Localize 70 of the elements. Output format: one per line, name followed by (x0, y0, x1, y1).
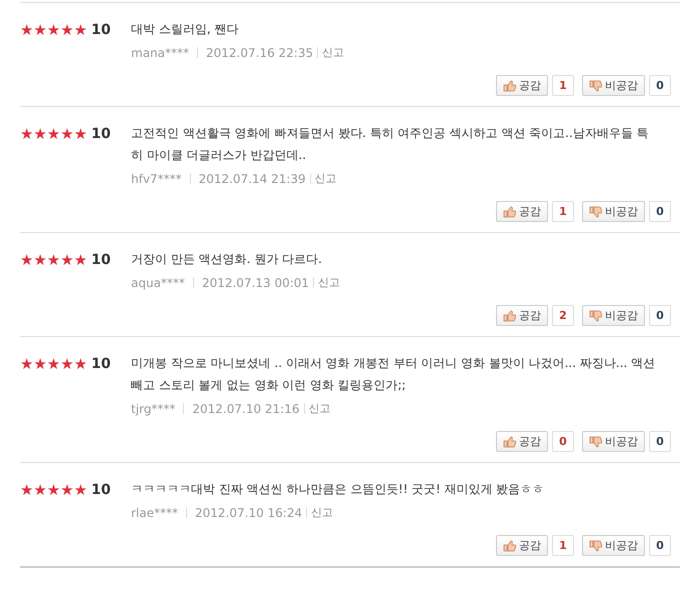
disagree-button[interactable]: 비공감 (582, 535, 645, 556)
agree-button[interactable]: 공감 (496, 75, 548, 96)
agree-count: 1 (552, 75, 574, 96)
review-text: ㅋㅋㅋㅋㅋ대박 진짜 액션씬 하나만큼은 으뜸인듯!! 굿굿! 재미있게 봤음ㅎㅎ (131, 481, 546, 498)
disagree-button[interactable]: 비공감 (582, 201, 645, 222)
star-icon: ★ (60, 357, 74, 372)
star-icon: ★ (33, 483, 47, 498)
disagree-button[interactable]: 비공감 (582, 75, 645, 96)
review-text: 대박 스릴러임, 짼다 (131, 21, 240, 38)
star-icon: ★ (74, 253, 88, 268)
disagree-count: 0 (649, 201, 671, 222)
star-icon: ★ (60, 483, 74, 498)
agree-count: 0 (552, 431, 574, 452)
rating-score: 10 (91, 357, 111, 372)
star-icon: ★ (20, 127, 34, 142)
agree-count: 2 (552, 305, 574, 326)
review-text: 고전적인 액션활극 영화에 빠져들면서 봤다. 특히 여주인공 섹시하고 액션 죽이고..남자배우들 특히 마이클 더글러스가 반갑던데.. (131, 125, 650, 164)
star-icon: ★ (33, 23, 47, 38)
review-text: 미개봉 작으로 마니보셨네 .. 이래서 영화 개봉전 부터 이러니 영화 볼맛이 나겄어... 짜징나... 액션 빼고 스토리 볼게 없는 영화 이런 영화 킬링용인가;; (131, 355, 656, 394)
star-icon: ★ (33, 127, 47, 142)
star-icon: ★ (60, 253, 74, 268)
disagree-count: 0 (649, 305, 671, 326)
star-icon: ★ (33, 253, 47, 268)
user-id: mana**** (131, 46, 190, 60)
report-link[interactable]: 신고 (311, 505, 334, 520)
report-link[interactable]: 신고 (322, 45, 344, 60)
star-icon: ★ (20, 483, 34, 498)
rating-score: 10 (91, 253, 111, 268)
agree-button[interactable]: 공감 (496, 535, 548, 556)
report-link[interactable]: 신고 (318, 275, 340, 290)
star-icon: ★ (46, 357, 60, 372)
disagree-button[interactable]: 비공감 (582, 431, 645, 452)
review-date: 2012.07.14 21:39 (198, 172, 306, 186)
review-text: 거장이 만든 액션영화. 뭔가 다르다. (131, 251, 323, 268)
star-icon: ★ (46, 127, 60, 142)
star-icon: ★ (46, 23, 60, 38)
agree-button[interactable]: 공감 (496, 305, 548, 326)
user-id: hfv7**** (131, 172, 182, 186)
star-icon: ★ (20, 357, 34, 372)
review-date: 2012.07.16 22:35 (206, 46, 314, 60)
rating-score: 10 (91, 483, 111, 498)
user-id: rlae**** (131, 506, 178, 520)
star-icon: ★ (46, 483, 60, 498)
star-icon: ★ (46, 253, 60, 268)
review-date: 2012.07.10 21:16 (192, 402, 300, 416)
star-icon: ★ (60, 23, 74, 38)
agree-button[interactable]: 공감 (496, 201, 548, 222)
star-icon: ★ (20, 253, 34, 268)
agree-count: 1 (552, 535, 574, 556)
rating-score: 10 (91, 23, 111, 38)
review-date: 2012.07.10 16:24 (195, 506, 302, 520)
report-link[interactable]: 신고 (314, 171, 337, 186)
agree-count: 1 (552, 201, 574, 222)
star-icon: ★ (60, 127, 74, 142)
star-icon: ★ (33, 357, 47, 372)
disagree-button[interactable]: 비공감 (582, 305, 645, 326)
star-icon: ★ (20, 23, 34, 38)
star-icon: ★ (74, 357, 88, 372)
review-date: 2012.07.13 00:01 (202, 276, 310, 290)
disagree-count: 0 (649, 431, 671, 452)
star-icon: ★ (74, 483, 88, 498)
user-id: tjrg**** (131, 402, 176, 416)
star-icon: ★ (74, 23, 88, 38)
report-link[interactable]: 신고 (308, 401, 330, 416)
rating-score: 10 (91, 127, 111, 142)
user-id: aqua**** (131, 276, 185, 290)
disagree-count: 0 (649, 75, 671, 96)
star-icon: ★ (74, 127, 88, 142)
disagree-count: 0 (649, 535, 671, 556)
agree-button[interactable]: 공감 (496, 431, 548, 452)
